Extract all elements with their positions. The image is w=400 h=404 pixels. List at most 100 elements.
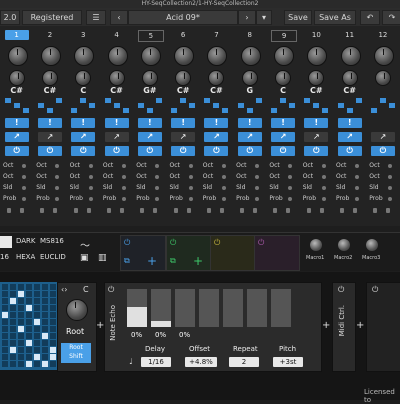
add-icon[interactable]: +: [147, 254, 157, 268]
step-pitch-knob[interactable]: [107, 46, 128, 66]
grid-cell[interactable]: [42, 284, 48, 290]
lock-icon[interactable]: [240, 208, 245, 213]
grid-cell[interactable]: [50, 284, 56, 290]
step-vel-knob[interactable]: [41, 70, 58, 86]
grid-cell[interactable]: [34, 354, 40, 360]
row-toggle[interactable]: [188, 175, 193, 179]
lock-icon[interactable]: [286, 208, 291, 213]
grid-cell[interactable]: [42, 347, 48, 353]
pitch-value[interactable]: +3st: [273, 357, 303, 367]
power-icon[interactable]: ⏻: [124, 238, 130, 248]
lock-icon[interactable]: [253, 208, 258, 213]
undo-button[interactable]: ↶: [360, 10, 380, 25]
step-pitch-knob[interactable]: [174, 46, 195, 66]
echo-bar-1[interactable]: [127, 289, 147, 327]
grid-cell[interactable]: [42, 340, 48, 346]
grid-cell[interactable]: [34, 312, 40, 318]
accent-button[interactable]: !: [71, 118, 96, 128]
grid-cell[interactable]: [18, 354, 24, 360]
step-enable-button[interactable]: ⏻: [171, 146, 196, 156]
grid-cell[interactable]: [42, 291, 48, 297]
row-toggle[interactable]: [321, 197, 326, 201]
pitch-bar[interactable]: [113, 103, 120, 108]
macro1-knob[interactable]: [310, 239, 322, 251]
lock-icon[interactable]: [153, 208, 158, 213]
grid-cell[interactable]: [2, 354, 8, 360]
step-enable-button[interactable]: ⏻: [271, 146, 296, 156]
grid-cell[interactable]: [42, 319, 48, 325]
pitch-bar[interactable]: [155, 98, 162, 103]
pitch-bar[interactable]: [80, 98, 87, 103]
lock-icon[interactable]: [386, 208, 391, 213]
accent-button[interactable]: !: [171, 118, 196, 128]
prev-preset-button[interactable]: ‹: [110, 10, 128, 25]
row-toggle[interactable]: [355, 164, 359, 168]
grid-cell[interactable]: [50, 354, 56, 360]
step-enable-button[interactable]: ⏻: [337, 146, 362, 156]
grid-cell[interactable]: [18, 305, 24, 311]
pitch-bar[interactable]: [280, 98, 287, 103]
pitch-bar[interactable]: [189, 103, 196, 108]
scale-grid[interactable]: [0, 282, 57, 370]
row-toggle[interactable]: [321, 186, 326, 190]
grid-cell[interactable]: [10, 354, 16, 360]
lock-icon[interactable]: [53, 208, 58, 213]
grid-cell[interactable]: [2, 298, 8, 304]
open-icon[interactable]: ⧉: [170, 256, 176, 266]
echo-bar-5[interactable]: [223, 289, 243, 327]
mode-hexa[interactable]: HEXA: [16, 253, 35, 261]
grid-cell[interactable]: [18, 347, 24, 353]
mode-ms816[interactable]: MS816: [40, 237, 64, 245]
pitch-bar[interactable]: [346, 108, 353, 113]
row-toggle[interactable]: [221, 197, 226, 201]
pitch-bar[interactable]: [146, 108, 153, 113]
lock-icon[interactable]: [353, 208, 357, 213]
row-toggle[interactable]: [321, 175, 326, 179]
grid-cell[interactable]: [34, 284, 40, 290]
lock-icon[interactable]: [173, 208, 178, 213]
accent-button[interactable]: !: [271, 118, 296, 128]
lock-icon[interactable]: [119, 208, 124, 213]
slide-button[interactable]: ↗: [71, 132, 96, 142]
grid-cell[interactable]: [26, 354, 32, 360]
grid-cell[interactable]: [50, 319, 56, 325]
step-vel-knob[interactable]: [341, 70, 358, 86]
macro3-knob[interactable]: [366, 239, 378, 251]
slide-button[interactable]: ↗: [304, 132, 329, 142]
lock-icon[interactable]: [20, 208, 24, 213]
mode-dark[interactable]: DARK: [16, 237, 36, 245]
grid-cell[interactable]: [42, 312, 48, 318]
device-slot-2[interactable]: ⏻ ⧉ +: [166, 235, 212, 271]
row-toggle[interactable]: [88, 164, 93, 168]
open-icon[interactable]: ⧉: [124, 256, 130, 266]
step-enable-button[interactable]: ⏻: [370, 146, 395, 156]
pitch-bar[interactable]: [104, 98, 111, 103]
grid-cell[interactable]: [2, 340, 8, 346]
pitch-bar[interactable]: [137, 103, 144, 108]
grid-cell[interactable]: [10, 312, 16, 318]
grid-cell[interactable]: [34, 340, 40, 346]
slide-button[interactable]: ↗: [171, 132, 196, 142]
pitch-bar[interactable]: [89, 103, 96, 108]
grid-cell[interactable]: [2, 305, 8, 311]
slide-button[interactable]: ↗: [370, 132, 395, 142]
step-number[interactable]: 8: [238, 30, 262, 40]
grid-cell[interactable]: [18, 340, 24, 346]
row-toggle[interactable]: [188, 197, 193, 201]
grid-cell[interactable]: [42, 298, 48, 304]
grid-cell[interactable]: [26, 326, 32, 332]
step-number[interactable]: 10: [304, 30, 328, 40]
step-vel-knob[interactable]: [108, 70, 125, 86]
grid-cell[interactable]: [10, 340, 16, 346]
grid-cell[interactable]: [50, 340, 56, 346]
pitch-bar[interactable]: [322, 108, 329, 113]
echo-bar-4[interactable]: [199, 289, 219, 327]
step-number[interactable]: 7: [204, 30, 228, 40]
lock-icon[interactable]: [186, 208, 191, 213]
slide-button[interactable]: ↗: [271, 132, 296, 142]
grid-cell[interactable]: [2, 326, 8, 332]
preset-name[interactable]: Acid 09*: [128, 10, 238, 25]
grid-cell[interactable]: [10, 298, 16, 304]
grid-cell[interactable]: [26, 284, 32, 290]
pitch-bar[interactable]: [180, 98, 187, 103]
